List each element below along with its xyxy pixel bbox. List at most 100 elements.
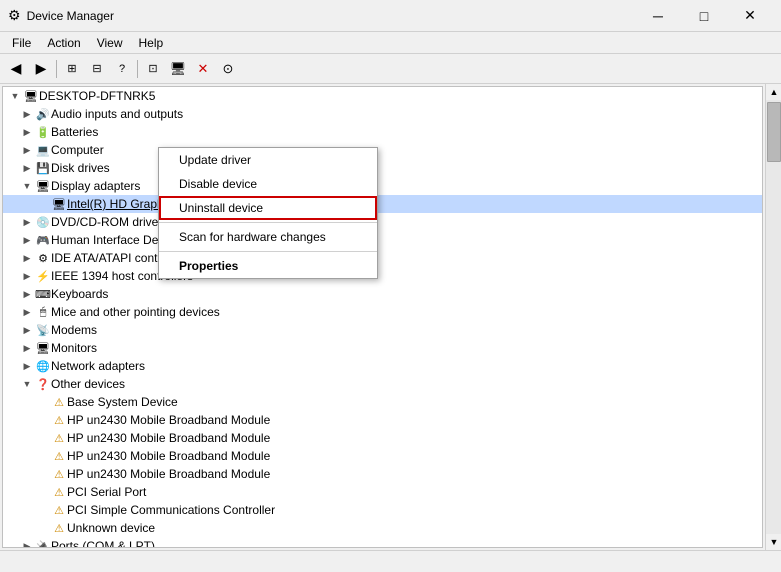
toolbar-uninstall[interactable]: ⊟: [85, 58, 109, 80]
diskdrives-label: Disk drives: [51, 161, 110, 175]
menu-file[interactable]: File: [4, 34, 39, 52]
expand-keyboards[interactable]: ▶: [19, 286, 35, 302]
tree-item-batteries[interactable]: ▶ 🔋 Batteries: [3, 123, 762, 141]
context-menu-scan-hardware[interactable]: Scan for hardware changes: [159, 225, 377, 249]
tree-item-displayadapters[interactable]: ▼ 🖥 Display adapters: [3, 177, 762, 195]
maximize-button[interactable]: □: [681, 2, 727, 30]
context-menu-separator2: [159, 251, 377, 252]
computer-label: Computer: [51, 143, 104, 157]
minimize-button[interactable]: ─: [635, 2, 681, 30]
tree-item-diskdrives[interactable]: ▶ 💾 Disk drives: [3, 159, 762, 177]
scroll-up-button[interactable]: ▲: [766, 84, 781, 100]
tree-item-pciserial[interactable]: ▶ ⚠ PCI Serial Port: [3, 483, 762, 501]
tree-item-network[interactable]: ▶ 🌐 Network adapters: [3, 357, 762, 375]
expand-mice[interactable]: ▶: [19, 304, 35, 320]
title-bar: ⚙ Device Manager ─ □ ✕: [0, 0, 781, 32]
expand-dvdrom[interactable]: ▶: [19, 214, 35, 230]
toolbar-monitor[interactable]: 🖥: [166, 58, 190, 80]
tree-item-basesystem[interactable]: ▶ ⚠ Base System Device: [3, 393, 762, 411]
pciserial-icon: ⚠: [51, 484, 67, 500]
tree-item-audio[interactable]: ▶ 🔊 Audio inputs and outputs: [3, 105, 762, 123]
intelgfx-icon: 🖥: [51, 196, 67, 212]
dvdrom-icon: 💿: [35, 214, 51, 230]
tree-item-otherdevices[interactable]: ▼ ❓ Other devices: [3, 375, 762, 393]
expand-monitors[interactable]: ▶: [19, 340, 35, 356]
expand-hid[interactable]: ▶: [19, 232, 35, 248]
context-menu-disable-device[interactable]: Disable device: [159, 172, 377, 196]
tree-item-hpun2430b[interactable]: ▶ ⚠ HP un2430 Mobile Broadband Module: [3, 429, 762, 447]
expand-modems[interactable]: ▶: [19, 322, 35, 338]
title-bar-title: Device Manager: [27, 9, 635, 23]
hpun2430c-label: HP un2430 Mobile Broadband Module: [67, 449, 270, 463]
title-bar-icon: ⚙: [8, 7, 21, 24]
context-menu-uninstall-device[interactable]: Uninstall device: [159, 196, 377, 220]
toolbar-back[interactable]: ◀: [4, 58, 28, 80]
monitors-label: Monitors: [51, 341, 97, 355]
expand-ideata[interactable]: ▶: [19, 250, 35, 266]
toolbar-remove[interactable]: ✕: [191, 58, 215, 80]
tree-item-mice[interactable]: ▶ 🖱 Mice and other pointing devices: [3, 303, 762, 321]
expand-computer[interactable]: ▶: [19, 142, 35, 158]
tree-item-hpun2430d[interactable]: ▶ ⚠ HP un2430 Mobile Broadband Module: [3, 465, 762, 483]
tree-item-intelgfx[interactable]: ▶ 🖥 Intel(R) HD Graphics 3000: [3, 195, 762, 213]
batteries-label: Batteries: [51, 125, 98, 139]
context-menu-update-driver[interactable]: Update driver: [159, 148, 377, 172]
dvdrom-label: DVD/CD-ROM drives: [51, 215, 164, 229]
menu-view[interactable]: View: [89, 34, 131, 52]
audio-icon: 🔊: [35, 106, 51, 122]
toolbar-scan[interactable]: ⊡: [141, 58, 165, 80]
menu-action[interactable]: Action: [39, 34, 88, 52]
hpun2430b-icon: ⚠: [51, 430, 67, 446]
tree-item-ports[interactable]: ▶ 🔌 Ports (COM & LPT): [3, 537, 762, 548]
tree-item-hpun2430a[interactable]: ▶ ⚠ HP un2430 Mobile Broadband Module: [3, 411, 762, 429]
toolbar-update[interactable]: ⊙: [216, 58, 240, 80]
tree-item-unknown[interactable]: ▶ ⚠ Unknown device: [3, 519, 762, 537]
scrollbar-thumb[interactable]: [767, 102, 781, 162]
expand-batteries[interactable]: ▶: [19, 124, 35, 140]
toolbar-sep2: [137, 60, 138, 78]
tree-item-ideata[interactable]: ▶ ⚙ IDE ATA/ATAPI controllers: [3, 249, 762, 267]
tree-item-monitors[interactable]: ▶ 🖥 Monitors: [3, 339, 762, 357]
toolbar-forward[interactable]: ▶: [29, 58, 53, 80]
expand-otherdevices[interactable]: ▼: [19, 376, 35, 392]
close-button[interactable]: ✕: [727, 2, 773, 30]
hpun2430a-label: HP un2430 Mobile Broadband Module: [67, 413, 270, 427]
expand-root[interactable]: ▼: [7, 88, 23, 104]
hpun2430a-icon: ⚠: [51, 412, 67, 428]
toolbar-properties[interactable]: ⊞: [60, 58, 84, 80]
network-icon: 🌐: [35, 358, 51, 374]
tree-item-ieee1394[interactable]: ▶ ⚡ IEEE 1394 host controllers: [3, 267, 762, 285]
expand-ports[interactable]: ▶: [19, 538, 35, 548]
modems-icon: 📡: [35, 322, 51, 338]
expand-audio[interactable]: ▶: [19, 106, 35, 122]
tree-item-hid[interactable]: ▶ 🎮 Human Interface Devices: [3, 231, 762, 249]
pciserial-label: PCI Serial Port: [67, 485, 146, 499]
hpun2430d-icon: ⚠: [51, 466, 67, 482]
scroll-down-button[interactable]: ▼: [766, 534, 781, 550]
toolbar: ◀ ▶ ⊞ ⊟ ? ⊡ 🖥 ✕ ⊙: [0, 54, 781, 84]
context-menu-properties[interactable]: Properties: [159, 254, 377, 278]
ideata-icon: ⚙: [35, 250, 51, 266]
menu-help[interactable]: Help: [131, 34, 172, 52]
tree-panel[interactable]: ▼ 🖥 DESKTOP-DFTNRK5 ▶ 🔊 Audio inputs and…: [2, 86, 763, 548]
tree-item-pcisimple[interactable]: ▶ ⚠ PCI Simple Communications Controller: [3, 501, 762, 519]
expand-displayadapters[interactable]: ▼: [19, 178, 35, 194]
tree-root[interactable]: ▼ 🖥 DESKTOP-DFTNRK5: [3, 87, 762, 105]
tree-item-dvdrom[interactable]: ▶ 💿 DVD/CD-ROM drives: [3, 213, 762, 231]
hpun2430c-icon: ⚠: [51, 448, 67, 464]
batteries-icon: 🔋: [35, 124, 51, 140]
tree-item-keyboards[interactable]: ▶ ⌨ Keyboards: [3, 285, 762, 303]
tree-item-modems[interactable]: ▶ 📡 Modems: [3, 321, 762, 339]
expand-ieee1394[interactable]: ▶: [19, 268, 35, 284]
tree-item-computer[interactable]: ▶ 💻 Computer: [3, 141, 762, 159]
diskdrives-icon: 💾: [35, 160, 51, 176]
tree-item-hpun2430c[interactable]: ▶ ⚠ HP un2430 Mobile Broadband Module: [3, 447, 762, 465]
modems-label: Modems: [51, 323, 97, 337]
expand-network[interactable]: ▶: [19, 358, 35, 374]
expand-diskdrives[interactable]: ▶: [19, 160, 35, 176]
computer-icon: 💻: [35, 142, 51, 158]
toolbar-help[interactable]: ?: [110, 58, 134, 80]
pcisimple-label: PCI Simple Communications Controller: [67, 503, 275, 517]
ports-label: Ports (COM & LPT): [51, 539, 155, 548]
mice-icon: 🖱: [35, 304, 51, 320]
